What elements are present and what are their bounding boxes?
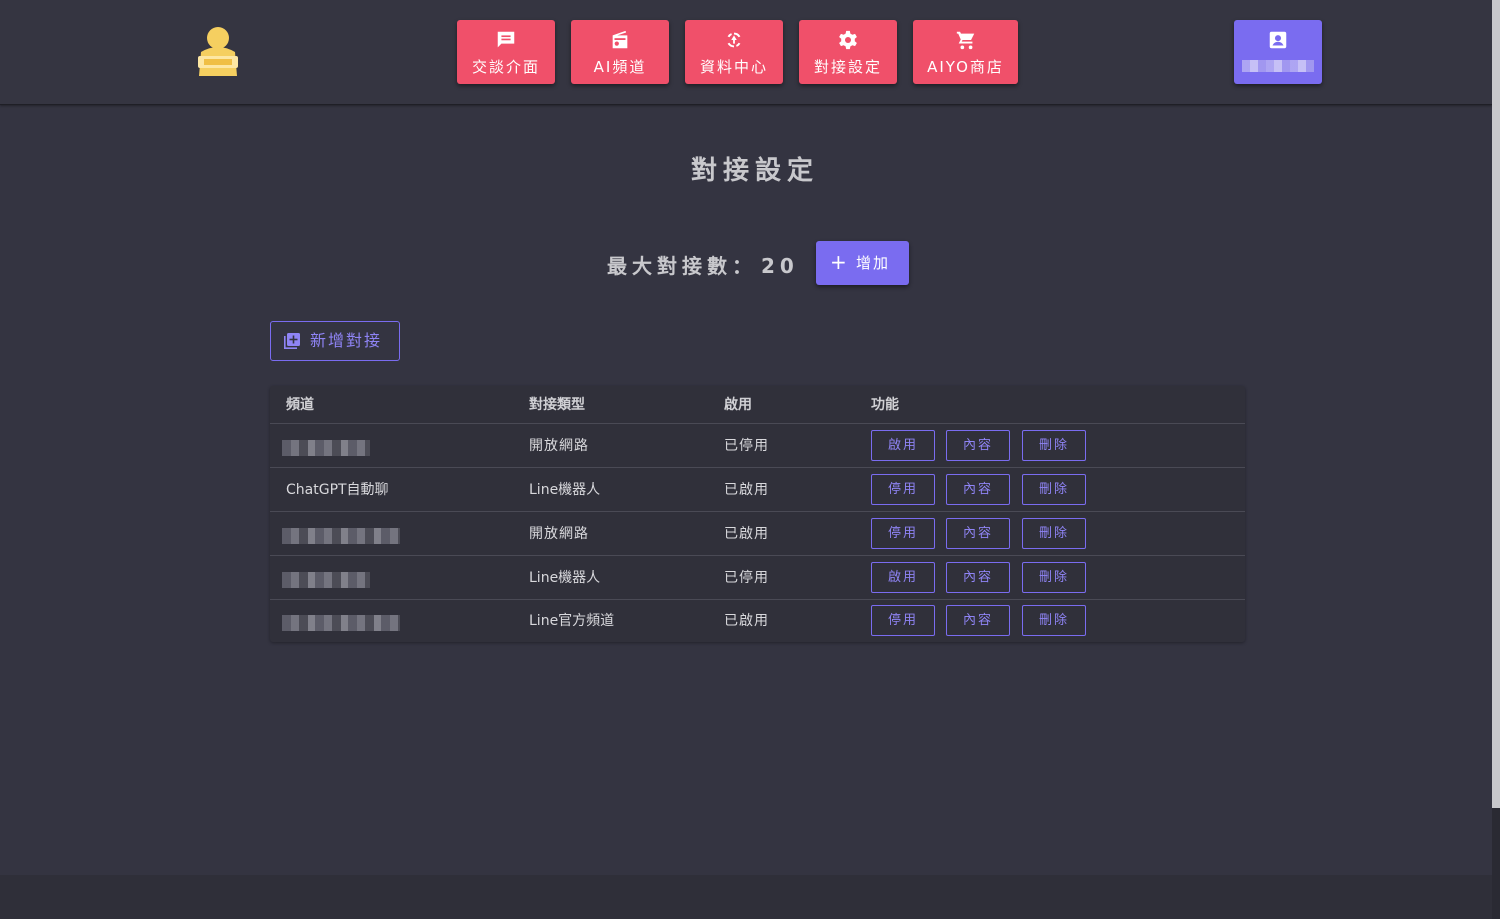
chat-icon bbox=[497, 31, 515, 48]
delete-button[interactable]: 刪除 bbox=[1022, 474, 1086, 505]
user-profile-button[interactable] bbox=[1234, 20, 1322, 84]
delete-button[interactable]: 刪除 bbox=[1022, 605, 1086, 636]
toggle-button[interactable]: 啟用 bbox=[871, 562, 935, 593]
max-connections-label: 最大對接數： bbox=[607, 254, 757, 278]
nav-data-center-button[interactable]: 資料中心 bbox=[685, 20, 783, 84]
channel-name-redacted bbox=[282, 615, 400, 631]
channel-name-redacted bbox=[282, 440, 370, 456]
header-channel: 頻道 bbox=[286, 397, 314, 413]
top-navigation-bar: 交談介面 AI頻道 資料中心 對接設定 AIYO商店 bbox=[0, 0, 1492, 105]
nav-chat-label: 交談介面 bbox=[471, 58, 540, 76]
max-connections-value: 20 bbox=[761, 254, 799, 278]
page-title: 對接設定 bbox=[690, 156, 819, 186]
new-connection-button[interactable]: 新增對接 bbox=[270, 321, 400, 361]
sync-icon bbox=[727, 32, 741, 48]
increase-limit-button[interactable]: + 增加 bbox=[816, 241, 909, 285]
detail-button[interactable]: 內容 bbox=[946, 430, 1010, 461]
detail-button[interactable]: 內容 bbox=[946, 518, 1010, 549]
type-cell: 開放網路 bbox=[529, 438, 589, 454]
nav-connection-settings-label: 對接設定 bbox=[813, 58, 882, 76]
detail-button[interactable]: 內容 bbox=[946, 605, 1010, 636]
cart-icon bbox=[956, 31, 974, 50]
scrollbar-thumb[interactable] bbox=[1492, 0, 1500, 808]
connections-table: 頻道 對接類型 啟用 功能 開放網路 已停用 啟用 內容 刪除 ChatGPT自… bbox=[270, 386, 1245, 642]
status-cell: 已啟用 bbox=[724, 613, 769, 629]
type-cell: Line機器人 bbox=[529, 570, 601, 586]
table-row: ChatGPT自動聊 Line機器人 已啟用 停用 內容 刪除 bbox=[270, 468, 1245, 512]
scrollbar-track[interactable] bbox=[1492, 808, 1500, 919]
status-cell: 已停用 bbox=[724, 570, 769, 586]
max-connections: 最大對接數： 20 bbox=[607, 250, 799, 279]
delete-button[interactable]: 刪除 bbox=[1022, 562, 1086, 593]
status-cell: 已啟用 bbox=[724, 526, 769, 542]
gear-icon bbox=[839, 30, 857, 50]
table-row: Line機器人 已停用 啟用 內容 刪除 bbox=[270, 556, 1245, 600]
table-header: 頻道 對接類型 啟用 功能 bbox=[270, 386, 1245, 424]
header-status: 啟用 bbox=[724, 397, 752, 413]
plus-icon: + bbox=[830, 250, 847, 274]
type-cell: 開放網路 bbox=[529, 526, 589, 542]
footer-bar bbox=[0, 875, 1492, 919]
nav-connection-settings-button[interactable]: 對接設定 bbox=[799, 20, 897, 84]
delete-button[interactable]: 刪除 bbox=[1022, 430, 1086, 461]
header-actions: 功能 bbox=[871, 397, 899, 413]
toggle-button[interactable]: 啟用 bbox=[871, 430, 935, 461]
toggle-button[interactable]: 停用 bbox=[871, 605, 935, 636]
logo-icon bbox=[198, 27, 238, 76]
table-row: Line官方頻道 已啟用 停用 內容 刪除 bbox=[270, 599, 1245, 642]
delete-button[interactable]: 刪除 bbox=[1022, 518, 1086, 549]
nav-ai-channel-button[interactable]: AI頻道 bbox=[571, 20, 669, 84]
header-type: 對接類型 bbox=[529, 397, 585, 413]
nav-chat-button[interactable]: 交談介面 bbox=[457, 20, 555, 84]
channel-name-redacted bbox=[282, 528, 400, 544]
table-row: 開放網路 已停用 啟用 內容 刪除 bbox=[270, 424, 1245, 468]
nav-data-center-label: 資料中心 bbox=[699, 58, 768, 76]
nav-store-button[interactable]: AIYO商店 bbox=[913, 20, 1018, 84]
status-cell: 已啟用 bbox=[724, 482, 769, 498]
channel-name-redacted bbox=[282, 572, 370, 588]
status-cell: 已停用 bbox=[724, 438, 769, 454]
app-page: 交談介面 AI頻道 資料中心 對接設定 AIYO商店 對接設定 最大對接數： 2… bbox=[0, 0, 1500, 919]
type-cell: Line機器人 bbox=[529, 482, 601, 498]
nav-store-label: AIYO商店 bbox=[927, 58, 1004, 76]
add-box-icon bbox=[284, 333, 300, 349]
channel-cell: ChatGPT自動聊 bbox=[286, 482, 389, 498]
detail-button[interactable]: 內容 bbox=[946, 474, 1010, 505]
nav-ai-channel-label: AI頻道 bbox=[593, 58, 647, 76]
account-box-icon bbox=[1269, 31, 1287, 49]
toggle-button[interactable]: 停用 bbox=[871, 474, 935, 505]
increase-limit-label: 增加 bbox=[856, 254, 891, 272]
detail-button[interactable]: 內容 bbox=[946, 562, 1010, 593]
user-name-redacted bbox=[1242, 60, 1314, 72]
table-row: 開放網路 已啟用 停用 內容 刪除 bbox=[270, 512, 1245, 556]
toggle-button[interactable]: 停用 bbox=[871, 518, 935, 549]
new-connection-label: 新增對接 bbox=[310, 331, 383, 350]
type-cell: Line官方頻道 bbox=[529, 613, 615, 629]
radio-icon bbox=[612, 30, 628, 49]
